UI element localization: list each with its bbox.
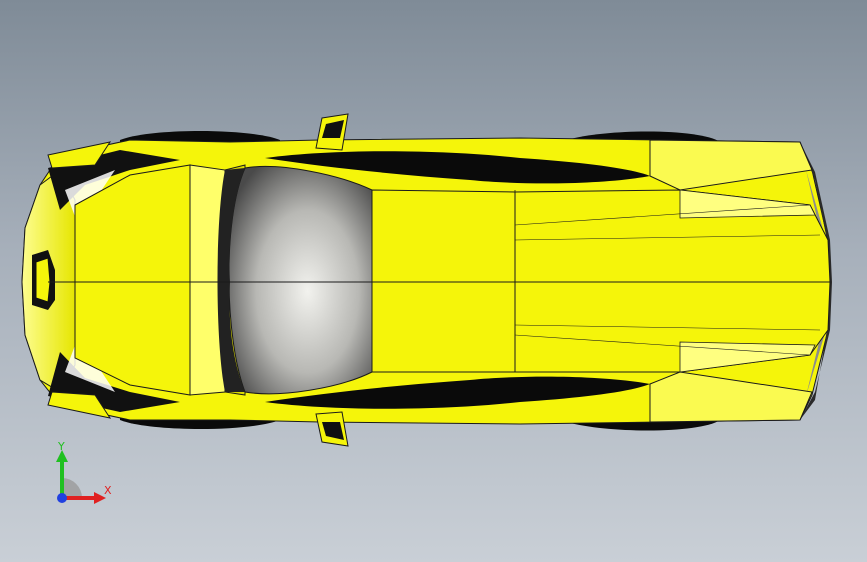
- car-body: [21, 113, 832, 447]
- windshield: [228, 166, 373, 395]
- car-model-top-view[interactable]: [0, 0, 867, 562]
- graphics-viewport[interactable]: Y X: [0, 0, 867, 562]
- y-axis-label: Y: [57, 440, 65, 453]
- mirror-left: [315, 113, 349, 151]
- z-axis-dot: [57, 493, 67, 503]
- coordinate-triad: Y X: [56, 440, 112, 504]
- mirror-right: [315, 411, 349, 447]
- hood: [74, 164, 191, 396]
- roof: [371, 189, 516, 373]
- x-axis-label: X: [104, 484, 112, 497]
